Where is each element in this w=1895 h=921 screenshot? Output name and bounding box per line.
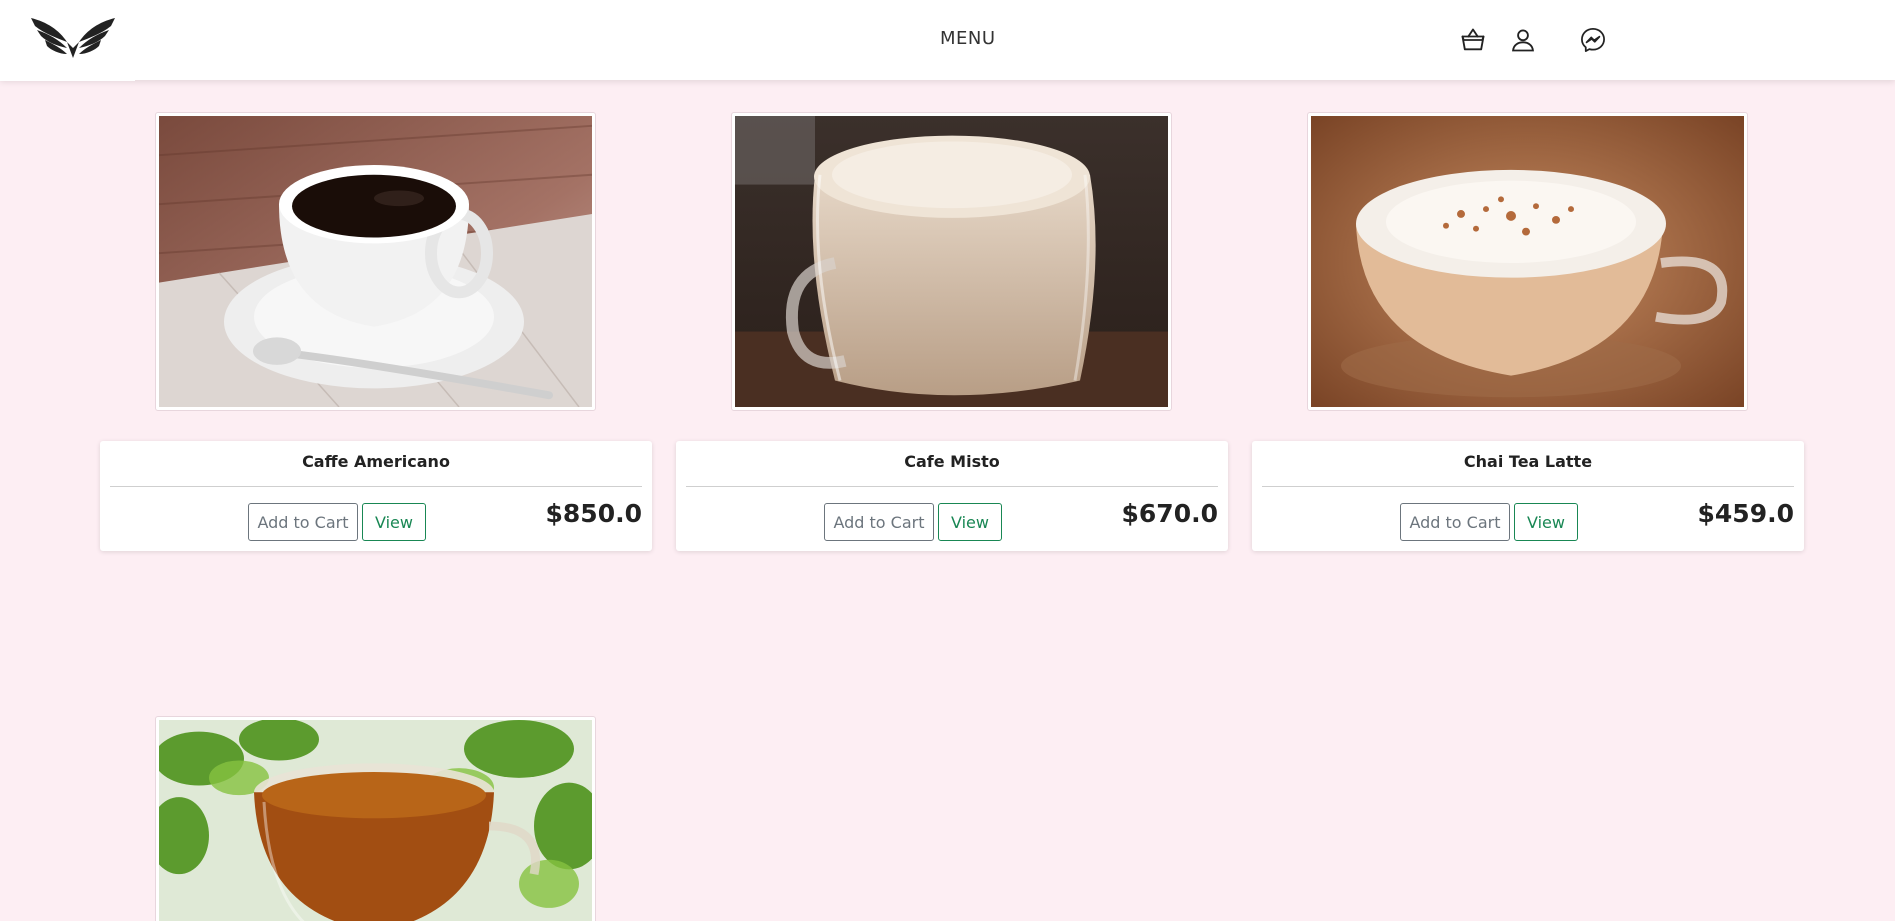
product-image <box>159 720 592 921</box>
product-price: $459.0 <box>1697 499 1794 528</box>
card-divider <box>110 486 642 487</box>
add-to-cart-button[interactable]: Add to Cart <box>248 503 358 541</box>
add-to-cart-button[interactable]: Add to Cart <box>1400 503 1510 541</box>
logo-underline <box>0 79 135 81</box>
view-button[interactable]: View <box>1514 503 1578 541</box>
basket-icon[interactable] <box>1457 24 1489 56</box>
product-card: Chai Tea Latte Add to Cart View $459.0 <box>1252 441 1804 551</box>
view-button[interactable]: View <box>362 503 426 541</box>
product-image-card[interactable] <box>155 716 596 921</box>
nav-menu-link[interactable]: MENU <box>940 28 996 49</box>
product-image-card[interactable] <box>731 112 1172 411</box>
top-navbar: MENU <box>0 0 1895 81</box>
product-card: Cafe Misto Add to Cart View $670.0 <box>676 441 1228 551</box>
view-button[interactable]: View <box>938 503 1002 541</box>
add-to-cart-button[interactable]: Add to Cart <box>824 503 934 541</box>
product-title: Caffe Americano <box>302 452 450 471</box>
product-image <box>1311 116 1744 407</box>
product-image <box>159 116 592 407</box>
product-image-card[interactable] <box>1307 112 1748 411</box>
product-image <box>735 116 1168 407</box>
card-divider <box>686 486 1218 487</box>
product-image-card[interactable] <box>155 112 596 411</box>
brand-logo-icon[interactable] <box>27 12 119 62</box>
user-icon[interactable] <box>1507 24 1539 56</box>
product-title: Cafe Misto <box>904 452 1000 471</box>
product-title: Chai Tea Latte <box>1463 452 1593 471</box>
messenger-icon[interactable] <box>1577 24 1609 56</box>
card-divider <box>1262 486 1794 487</box>
product-price: $850.0 <box>545 499 642 528</box>
product-price: $670.0 <box>1121 499 1218 528</box>
product-card: Caffe Americano Add to Cart View $850.0 <box>100 441 652 551</box>
